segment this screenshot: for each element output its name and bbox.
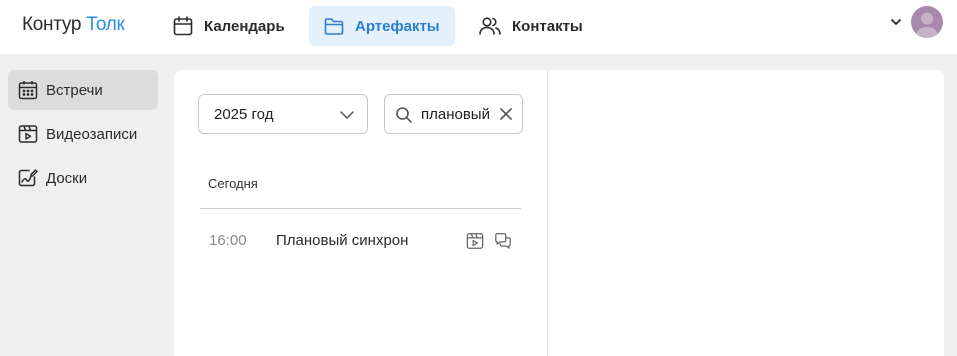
meeting-title: Плановый синхрон xyxy=(276,232,409,249)
video-icon[interactable] xyxy=(466,232,484,250)
chevron-down-icon[interactable] xyxy=(889,15,903,29)
sidebar-item-boards[interactable]: Доски xyxy=(8,158,158,198)
section-divider xyxy=(200,208,521,209)
meeting-time: 16:00 xyxy=(209,232,247,249)
sidebar-item-label: Доски xyxy=(46,169,88,187)
nav-contacts[interactable]: Контакты xyxy=(468,6,595,46)
sidebar-item-videos[interactable]: Видеозаписи xyxy=(8,114,158,154)
panel-divider xyxy=(547,70,548,356)
content-panel: 2025 год Сегодня 16:00 Плановый синхрон xyxy=(174,70,944,356)
top-bar: Контур Толк Календарь Артефакты Контакты xyxy=(0,0,957,54)
app-logo[interactable]: Контур Толк xyxy=(22,14,125,36)
close-icon[interactable] xyxy=(499,107,513,121)
calendar-icon xyxy=(173,16,193,36)
sidebar-item-label: Видеозаписи xyxy=(46,125,138,143)
chevron-down-icon xyxy=(340,111,354,119)
nav-contacts-label: Контакты xyxy=(512,17,583,35)
contacts-icon xyxy=(479,17,501,35)
user-silhouette-icon xyxy=(915,12,939,38)
search-field[interactable] xyxy=(384,94,523,134)
sidebar: Встречи Видеозаписи Доски xyxy=(0,54,170,356)
board-icon xyxy=(18,169,38,187)
sidebar-item-meetings[interactable]: Встречи xyxy=(8,70,158,110)
nav-artifacts-label: Артефакты xyxy=(355,17,440,35)
list-item[interactable]: 16:00 Плановый синхрон xyxy=(200,222,521,258)
year-select-value: 2025 год xyxy=(214,105,274,123)
year-select[interactable]: 2025 год xyxy=(198,94,368,134)
section-header-today: Сегодня xyxy=(208,176,258,191)
nav-calendar-label: Календарь xyxy=(204,17,285,35)
video-icon xyxy=(18,125,38,143)
search-input[interactable] xyxy=(421,104,493,124)
avatar[interactable] xyxy=(911,6,943,38)
nav-calendar[interactable]: Календарь xyxy=(162,6,297,46)
logo-text-primary: Контур xyxy=(22,14,82,35)
logo-text-accent: Толк xyxy=(86,14,125,35)
search-icon xyxy=(396,107,412,123)
calendar-grid-icon xyxy=(18,81,38,100)
nav-artifacts[interactable]: Артефакты xyxy=(309,6,455,46)
chat-icon[interactable] xyxy=(494,232,512,250)
sidebar-item-label: Встречи xyxy=(46,81,103,99)
folder-icon xyxy=(324,18,344,35)
